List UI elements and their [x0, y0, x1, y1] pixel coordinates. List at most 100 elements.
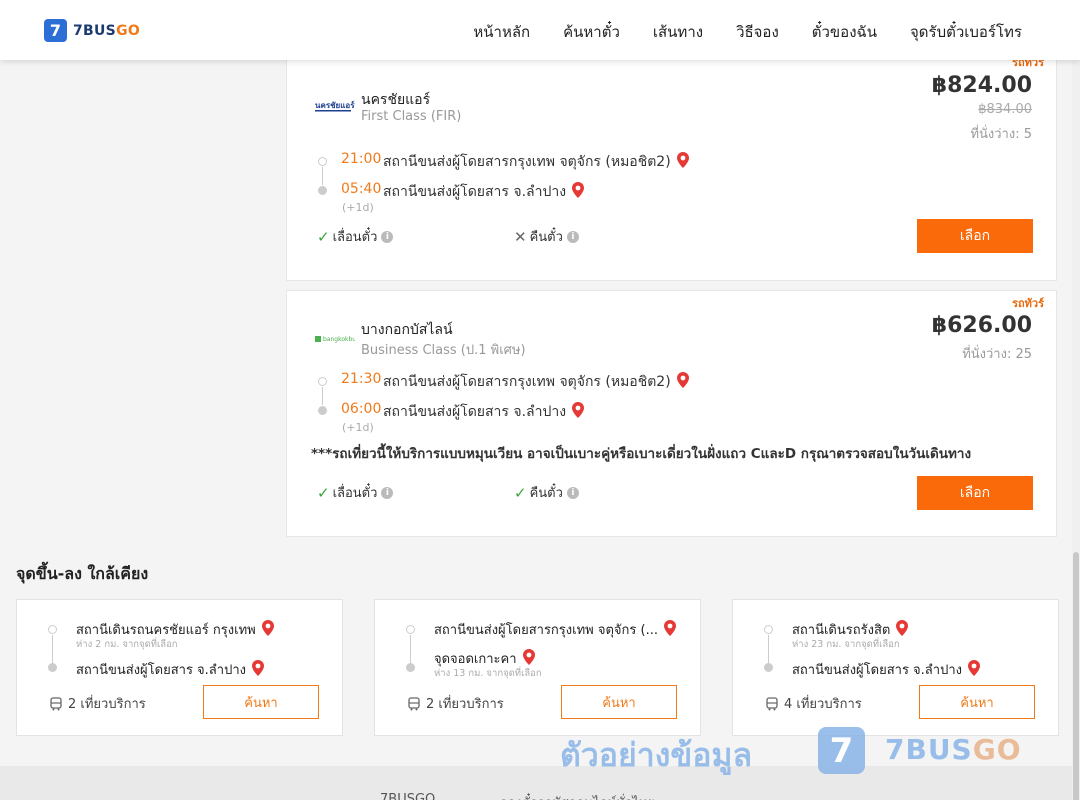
- trip-count: 4 เที่ยวบริการ: [765, 693, 862, 714]
- operator-logo: bangkokbus: [315, 336, 355, 343]
- info-icon[interactable]: i: [566, 486, 579, 499]
- timeline-line: [322, 167, 323, 185]
- bus-type-tag: รถทัวร์: [1012, 297, 1044, 310]
- distance-label: ห่าง 13 กม. จากจุดที่เลือก: [434, 668, 542, 679]
- timeline-end-dot: [48, 663, 57, 672]
- logo-icon: 7: [44, 19, 67, 42]
- reschedule-policy: ✓ เลื่อนตั๋ว i: [317, 226, 394, 247]
- brand-logo[interactable]: 7 7BUSGO: [44, 19, 140, 42]
- operator-logo: นครชัยแอร์: [315, 100, 355, 112]
- info-icon[interactable]: i: [381, 486, 394, 499]
- operator-name: นครชัยแอร์: [361, 92, 431, 108]
- timeline-end-dot: [318, 406, 327, 415]
- select-trip-button[interactable]: เลือก: [917, 219, 1033, 253]
- timeline-start-dot: [764, 625, 773, 634]
- nearby-route-card: สถานีเดินรถรังสิต ห่าง 23 กม. จากจุดที่เ…: [732, 599, 1059, 736]
- depart-station[interactable]: สถานีขนส่งผู้โดยสารกรุงเทพ จตุจักร (หมอช…: [383, 371, 689, 393]
- trip-count: 2 เที่ยวบริการ: [407, 693, 504, 714]
- timeline-start-dot: [318, 377, 327, 386]
- operator-name: บางกอกบัสไลน์: [361, 322, 453, 338]
- bus-icon: [50, 696, 62, 710]
- seat-class: Business Class (ป.1 พิเศษ): [361, 343, 526, 358]
- to-station[interactable]: สถานีขนส่งผู้โดยสาร จ.ลำปาง: [76, 659, 264, 680]
- search-route-button[interactable]: ค้นหา: [203, 685, 319, 719]
- scrollbar-track[interactable]: [1072, 60, 1080, 800]
- trip-card: รถทัวร์ bangkokbus บางกอกบัสไลน์ Busines…: [286, 290, 1057, 537]
- map-pin-icon[interactable]: [676, 372, 689, 388]
- trip-note: ***รถเที่ยวนี้ให้บริการแบบหมุนเวียน อาจเ…: [311, 446, 972, 462]
- from-station[interactable]: สถานีขนส่งผู้โดยสารกรุงเทพ จตุจักร (...: [434, 619, 676, 640]
- info-icon[interactable]: i: [566, 230, 579, 243]
- next-day-label: (+1d): [342, 201, 374, 214]
- arrive-time: 05:40: [341, 181, 382, 197]
- logo-text: 7BUSGO: [73, 22, 141, 39]
- arrive-time: 06:00: [341, 401, 382, 417]
- distance-label: ห่าง 2 กม. จากจุดที่เลือก: [76, 639, 178, 650]
- next-day-label: (+1d): [342, 421, 374, 434]
- top-header: 7 7BUSGO หน้าหลัก ค้นหาตั๋ว เส้นทาง วิธี…: [0, 0, 1080, 60]
- timeline-start-dot: [318, 157, 327, 166]
- timeline-end-dot: [318, 186, 327, 195]
- arrive-station[interactable]: สถานีขนส่งผู้โดยสาร จ.ลำปาง: [383, 181, 585, 203]
- timeline-start-dot: [406, 625, 415, 634]
- seat-class: First Class (FIR): [361, 109, 462, 124]
- trip-card: รถทัวร์ นครชัยแอร์ นครชัยแอร์ First Clas…: [286, 40, 1057, 281]
- ticket-price: ฿824.00: [931, 73, 1032, 98]
- cross-icon: ✕: [514, 227, 527, 246]
- watermark-brand: 7BUSGO: [885, 733, 1022, 766]
- depart-station[interactable]: สถานีขนส่งผู้โดยสารกรุงเทพ จตุจักร (หมอช…: [383, 151, 689, 173]
- nearby-route-card: สถานีขนส่งผู้โดยสารกรุงเทพ จตุจักร (... …: [374, 599, 701, 736]
- nav-ticket-pickup[interactable]: จุดรับตั๋วเบอร์โทร: [910, 20, 1022, 44]
- search-route-button[interactable]: ค้นหา: [561, 685, 677, 719]
- map-pin-icon[interactable]: [522, 649, 535, 665]
- depart-time: 21:00: [341, 151, 382, 167]
- refund-policy: ✓ คืนตั๋ว i: [514, 482, 579, 503]
- timeline-line: [410, 635, 411, 663]
- nav-my-tickets[interactable]: ตั๋วของฉัน: [812, 20, 877, 44]
- refund-policy: ✕ คืนตั๋ว i: [514, 226, 579, 247]
- map-pin-icon[interactable]: [967, 660, 980, 676]
- nearby-section-title: จุดขึ้น-ลง ใกล้เคียง: [16, 564, 149, 583]
- timeline-line: [52, 635, 53, 663]
- seats-available: ที่นั่งว่าง: 25: [962, 347, 1032, 362]
- sample-data-watermark: ตัวอย่างข้อมูล: [560, 736, 753, 774]
- nearby-route-card: สถานีเดินรถนครชัยแอร์ กรุงเทพ ห่าง 2 กม.…: [16, 599, 343, 736]
- svg-text:นครชัยแอร์: นครชัยแอร์: [315, 100, 355, 110]
- svg-text:bangkokbus: bangkokbus: [323, 336, 355, 343]
- to-station[interactable]: สถานีขนส่งผู้โดยสาร จ.ลำปาง: [792, 659, 980, 680]
- footer-brand[interactable]: 7BUSGO: [380, 792, 435, 800]
- search-route-button[interactable]: ค้นหา: [919, 685, 1035, 719]
- watermark-logo-icon: 7: [818, 727, 865, 774]
- nav-home[interactable]: หน้าหลัก: [473, 20, 530, 44]
- distance-label: ห่าง 23 กม. จากจุดที่เลือก: [792, 639, 900, 650]
- timeline-line: [322, 387, 323, 405]
- timeline-end-dot: [764, 663, 773, 672]
- trip-count: 2 เที่ยวบริการ: [49, 693, 146, 714]
- nav-routes[interactable]: เส้นทาง: [653, 20, 703, 44]
- arrive-station[interactable]: สถานีขนส่งผู้โดยสาร จ.ลำปาง: [383, 401, 585, 423]
- seats-available: ที่นั่งว่าง: 5: [970, 127, 1032, 142]
- map-pin-icon[interactable]: [676, 152, 689, 168]
- ticket-price: ฿626.00: [931, 313, 1032, 338]
- map-pin-icon[interactable]: [572, 402, 585, 418]
- nav-search-ticket[interactable]: ค้นหาตั๋ว: [563, 20, 620, 44]
- footer-tagline[interactable]: จองตั๋วรถบัสออนไลน์ทั่วไทย: [500, 792, 655, 800]
- nav-how-to-book[interactable]: วิธีจอง: [736, 20, 779, 44]
- info-icon[interactable]: i: [381, 230, 394, 243]
- map-pin-icon[interactable]: [896, 620, 909, 636]
- select-trip-button[interactable]: เลือก: [917, 476, 1033, 510]
- map-pin-icon[interactable]: [261, 620, 274, 636]
- timeline-end-dot: [406, 663, 415, 672]
- bus-icon: [766, 696, 778, 710]
- check-icon: ✓: [317, 227, 330, 246]
- map-pin-icon[interactable]: [572, 182, 585, 198]
- depart-time: 21:30: [341, 371, 382, 387]
- map-pin-icon[interactable]: [663, 620, 676, 636]
- timeline-start-dot: [48, 625, 57, 634]
- map-pin-icon[interactable]: [251, 660, 264, 676]
- scrollbar-thumb[interactable]: [1073, 552, 1079, 800]
- bus-icon: [408, 696, 420, 710]
- main-nav: หน้าหลัก ค้นหาตั๋ว เส้นทาง วิธีจอง ตั๋วข…: [440, 20, 1022, 44]
- page-footer: 7BUSGO จองตั๋วรถบัสออนไลน์ทั่วไทย: [0, 766, 1080, 800]
- check-icon: ✓: [317, 483, 330, 502]
